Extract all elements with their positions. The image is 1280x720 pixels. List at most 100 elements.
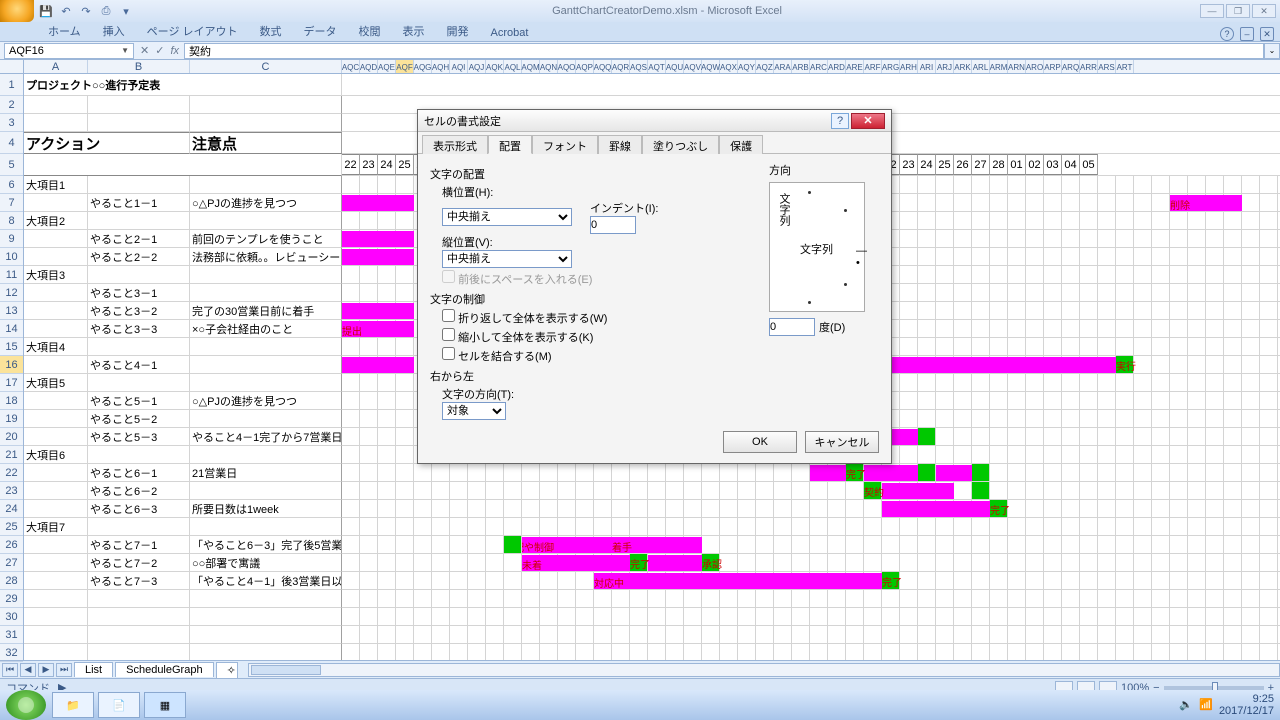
cell[interactable]: 大項目2 bbox=[24, 212, 88, 230]
enter-fx-icon[interactable]: ✓ bbox=[155, 44, 164, 57]
cell[interactable] bbox=[24, 284, 88, 302]
dialog-titlebar[interactable]: セルの書式設定 ? ✕ bbox=[418, 110, 891, 132]
undo-icon[interactable]: ↶ bbox=[58, 3, 74, 19]
shrink-checkbox[interactable] bbox=[442, 328, 455, 341]
gantt-row[interactable] bbox=[342, 626, 1280, 644]
gantt-bar[interactable]: 実行 bbox=[1116, 356, 1134, 373]
dialog-close-button[interactable]: ✕ bbox=[851, 113, 885, 129]
gantt-bar[interactable]: 提出 bbox=[342, 321, 414, 337]
cell[interactable] bbox=[190, 96, 342, 114]
col-header[interactable]: ARL bbox=[972, 60, 990, 74]
date-header[interactable]: 25 bbox=[936, 154, 954, 175]
degree-spinner[interactable] bbox=[769, 318, 815, 336]
tab-view[interactable]: 表示 bbox=[393, 21, 435, 41]
gantt-row[interactable] bbox=[342, 590, 1280, 608]
cell[interactable]: やること3－1 bbox=[88, 284, 190, 302]
minimize-button[interactable]: — bbox=[1200, 4, 1224, 18]
col-header[interactable]: ARP bbox=[1044, 60, 1062, 74]
cell[interactable]: 大項目4 bbox=[24, 338, 88, 356]
cell[interactable]: 21営業日 bbox=[190, 464, 342, 482]
sheet-tab-list[interactable]: List bbox=[74, 662, 113, 677]
help-icon[interactable]: ? bbox=[1220, 27, 1234, 41]
row-header[interactable]: 15 bbox=[0, 338, 23, 356]
col-header[interactable]: ARC bbox=[810, 60, 828, 74]
tray-network-icon[interactable]: 📶 bbox=[1199, 698, 1213, 712]
tray-icon[interactable]: 🔈 bbox=[1179, 698, 1193, 712]
maximize-button[interactable]: ❐ bbox=[1226, 4, 1250, 18]
cell[interactable] bbox=[88, 518, 190, 536]
date-header[interactable]: 05 bbox=[1080, 154, 1098, 175]
date-header[interactable]: 04 bbox=[1062, 154, 1080, 175]
cell[interactable]: やること4－1 bbox=[88, 356, 190, 374]
cell[interactable] bbox=[24, 356, 88, 374]
cell[interactable] bbox=[24, 320, 88, 338]
row-header[interactable]: 29 bbox=[0, 590, 23, 608]
cell[interactable] bbox=[190, 410, 342, 428]
cell[interactable] bbox=[24, 230, 88, 248]
cell[interactable] bbox=[190, 356, 342, 374]
cell[interactable] bbox=[24, 590, 88, 608]
cell[interactable] bbox=[88, 626, 190, 644]
row-header[interactable]: 3 bbox=[0, 114, 23, 132]
date-header[interactable]: 23 bbox=[360, 154, 378, 175]
row-header[interactable]: 25 bbox=[0, 518, 23, 536]
formula-bar[interactable]: 契約 bbox=[184, 43, 1264, 59]
cell[interactable]: 大項目5 bbox=[24, 374, 88, 392]
qat-dropdown-icon[interactable]: ▾ bbox=[118, 3, 134, 19]
cell[interactable] bbox=[190, 266, 342, 284]
cell[interactable] bbox=[190, 374, 342, 392]
row-header[interactable]: 4 bbox=[0, 132, 23, 154]
row-header[interactable]: 24 bbox=[0, 500, 23, 518]
tab-home[interactable]: ホーム bbox=[38, 21, 91, 41]
ribbon-min-icon[interactable]: – bbox=[1240, 27, 1254, 41]
row-header[interactable]: 23 bbox=[0, 482, 23, 500]
cell[interactable] bbox=[24, 572, 88, 590]
gantt-bar[interactable] bbox=[972, 482, 990, 499]
indent-spinner[interactable] bbox=[590, 216, 636, 234]
tab-protection[interactable]: 保護 bbox=[719, 135, 763, 154]
col-header[interactable]: ARI bbox=[918, 60, 936, 74]
col-header[interactable]: ARO bbox=[1026, 60, 1044, 74]
cell[interactable] bbox=[190, 644, 342, 660]
date-header[interactable]: 27 bbox=[972, 154, 990, 175]
col-header[interactable]: ARE bbox=[846, 60, 864, 74]
cell[interactable] bbox=[88, 96, 190, 114]
sheet-tab-schedulegraph[interactable]: ScheduleGraph bbox=[115, 662, 213, 677]
cell[interactable] bbox=[88, 338, 190, 356]
cell[interactable]: 大項目3 bbox=[24, 266, 88, 284]
row-header[interactable]: 2 bbox=[0, 96, 23, 114]
cell[interactable]: やること2－2 bbox=[88, 248, 190, 266]
tab-developer[interactable]: 開発 bbox=[437, 21, 479, 41]
cell[interactable] bbox=[24, 428, 88, 446]
cell[interactable] bbox=[88, 608, 190, 626]
cell[interactable] bbox=[190, 626, 342, 644]
gantt-bar[interactable] bbox=[918, 428, 936, 445]
merge-checkbox[interactable] bbox=[442, 347, 455, 360]
tab-fill[interactable]: 塗りつぶし bbox=[642, 135, 719, 154]
date-header[interactable]: 01 bbox=[1008, 154, 1026, 175]
sheet-nav-first[interactable]: ⏮ bbox=[2, 663, 18, 677]
sheet-nav-next[interactable]: ▶ bbox=[38, 663, 54, 677]
gantt-row[interactable]: 手配や制御着手 bbox=[342, 536, 1280, 554]
gantt-row[interactable]: 完了 bbox=[342, 500, 1280, 518]
col-header[interactable]: AQL bbox=[504, 60, 522, 74]
gantt-bar[interactable]: 契約 bbox=[864, 482, 882, 499]
row-header[interactable]: 28 bbox=[0, 572, 23, 590]
row-header[interactable]: 1 bbox=[0, 74, 23, 96]
cell[interactable]: やること3－3 bbox=[88, 320, 190, 338]
tab-acrobat[interactable]: Acrobat bbox=[481, 25, 539, 41]
col-header[interactable]: AQF bbox=[396, 60, 414, 74]
col-header[interactable]: ARG bbox=[882, 60, 900, 74]
taskbar-excel[interactable]: ▦ bbox=[144, 692, 186, 718]
date-header[interactable]: 25 bbox=[396, 154, 414, 175]
cell[interactable]: 「やること4－1」後3営業日以内に bbox=[190, 572, 342, 590]
col-header[interactable]: AQU bbox=[666, 60, 684, 74]
doc-close-icon[interactable]: ✕ bbox=[1260, 27, 1274, 41]
cell[interactable] bbox=[24, 410, 88, 428]
cell[interactable]: やること3－2 bbox=[88, 302, 190, 320]
gantt-row[interactable] bbox=[342, 74, 1280, 96]
cell[interactable]: プロジェクト○○進行予定表 bbox=[24, 74, 342, 96]
gantt-row[interactable]: 完了 bbox=[342, 464, 1280, 482]
dialog-help-button[interactable]: ? bbox=[831, 113, 849, 129]
cell[interactable] bbox=[88, 266, 190, 284]
